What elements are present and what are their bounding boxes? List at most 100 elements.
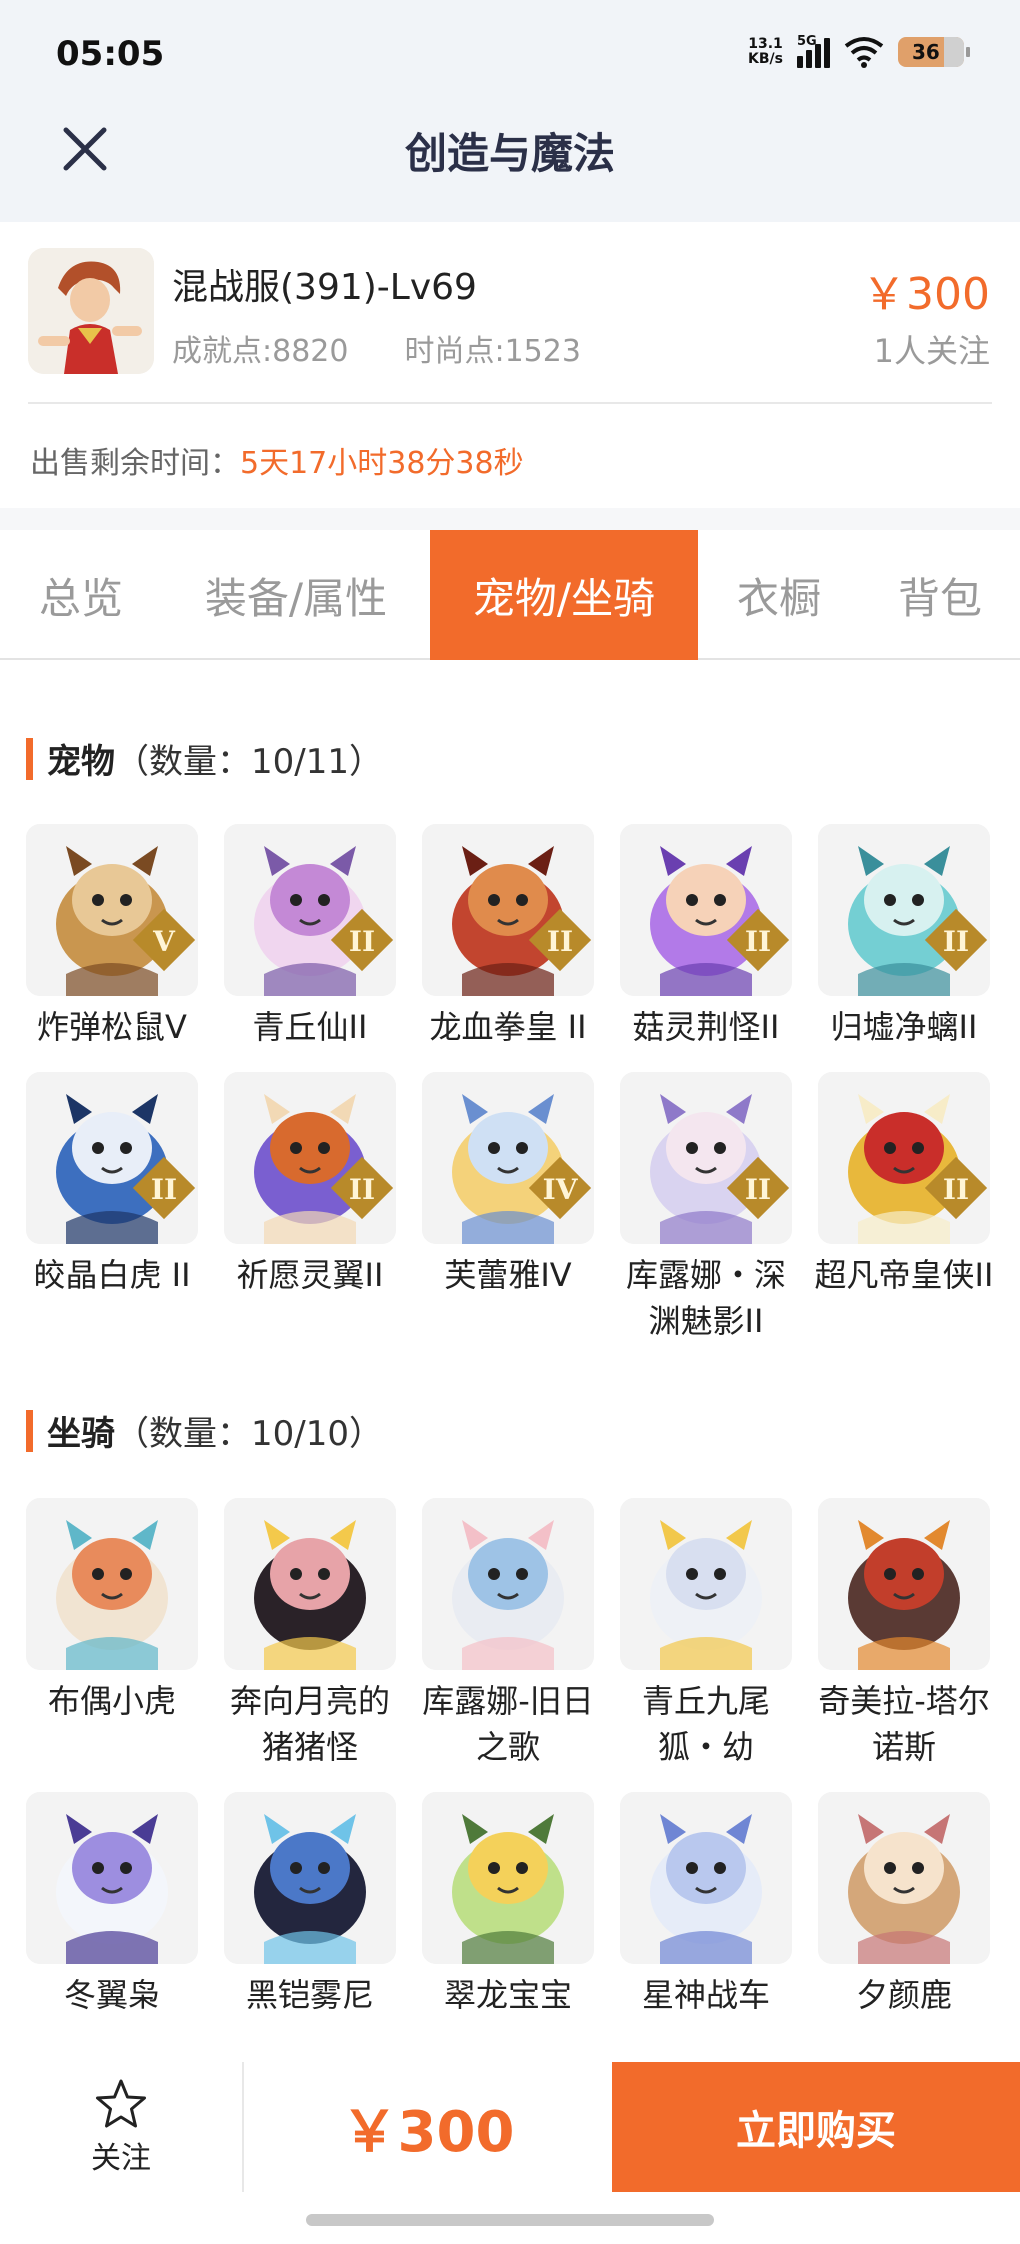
pet-thumbnail: II [620,1072,792,1244]
pet-item[interactable]: II 超凡帝皇侠II [815,1072,993,1344]
mount-name: 夕颜鹿 [855,1976,952,2014]
signal-icon: 5G [797,34,830,68]
mount-item[interactable]: 奇美拉-塔尔诺斯 [818,1498,990,1770]
tab-backpack[interactable]: 背包 [860,530,1020,660]
mount-item[interactable]: 冬翼枭 [26,1792,198,2018]
section-gap [0,508,1020,530]
pet-name: 祈愿灵翼II [236,1256,384,1294]
nav-bar: 创造与魔法 [0,110,1020,222]
svg-text:IV: IV [543,1173,579,1206]
mount-item[interactable]: 星神战车 [620,1792,792,2018]
pet-name: 超凡帝皇侠II [814,1256,994,1294]
mount-name: 翠龙宝宝 [443,1976,572,2014]
sale-remaining-time: 出售剩余时间：5天17小时38分38秒 [30,446,524,481]
mount-name: 奔向月亮的猪猪怪 [229,1682,390,1766]
achievement-points: 成就点:8820 [172,334,349,369]
svg-text:II: II [547,925,573,958]
pet-thumbnail: IV [422,1072,594,1244]
follow-button[interactable]: 关注 [0,2062,242,2192]
svg-text:II: II [943,925,969,958]
divider [28,402,992,404]
pet-thumbnail: II [224,824,396,996]
status-icons: 13.1 KB/s 5G 36 [748,34,970,68]
mount-item[interactable]: 布偶小虎 [26,1498,198,1770]
pet-item[interactable]: II 祈愿灵翼II [224,1072,396,1344]
pet-item[interactable]: II 皎晶白虎 II [26,1072,198,1344]
mount-thumbnail [620,1792,792,1964]
bottom-bar: 关注 ￥300 立即购买 [0,2062,1020,2244]
pet-name: 库露娜・深渊魅影II [625,1256,786,1340]
mount-item[interactable]: 奔向月亮的猪猪怪 [224,1498,396,1770]
svg-text:II: II [349,1173,375,1206]
svg-text:II: II [943,1173,969,1206]
mount-grid: 布偶小虎 奔向月亮的猪猪怪 库露娜-旧日之歌 青丘九尾狐・幼 奇美拉-塔尔诺斯冬翼枭 黑铠… [26,1498,998,2018]
mounts-section-title: 坐骑 （数量：10/10） [26,1406,383,1455]
page-title: 创造与魔法 [404,129,615,178]
server-name: 混战服(391)-Lv69 [172,267,477,308]
tab-wardrobe[interactable]: 衣橱 [698,530,860,660]
mount-item[interactable]: 青丘九尾狐・幼 [620,1498,792,1770]
pet-name: 归墟净螭II [830,1008,978,1046]
pet-name: 皎晶白虎 II [33,1256,191,1294]
pet-item[interactable]: II 菇灵荆怪II [620,824,792,1050]
tab-equipment[interactable]: 装备/属性 [162,530,430,660]
mount-name: 黑铠雾尼 [245,1976,374,2014]
tab-bar: 总览 装备/属性 宠物/坐骑 衣橱 背包 [0,530,1020,660]
tab-pets-mounts[interactable]: 宠物/坐骑 [430,530,698,660]
pet-name: 芙蕾雅IV [444,1256,572,1294]
pet-item[interactable]: II 青丘仙II [224,824,396,1050]
mount-thumbnail [26,1792,198,1964]
pet-item[interactable]: IV 芙蕾雅IV [422,1072,594,1344]
battery-icon: 36 [898,37,970,67]
star-icon [96,2079,146,2128]
pets-section-title: 宠物 （数量：10/11） [26,734,383,783]
mount-name: 星神战车 [641,1976,770,2014]
mount-item[interactable]: 黑铠雾尼 [224,1792,396,2018]
svg-text:II: II [745,1173,771,1206]
pet-name: 菇灵荆怪II [632,1008,780,1046]
fashion-points: 时尚点:1523 [404,334,581,369]
mount-item[interactable]: 翠龙宝宝 [422,1792,594,2018]
wifi-icon [844,37,884,68]
home-indicator [306,2214,714,2226]
listing-price: ￥300 [862,269,990,320]
tab-overview[interactable]: 总览 [0,530,162,660]
pet-name: 青丘仙II [252,1008,368,1046]
pet-item[interactable]: Ⅴ 炸弹松鼠Ⅴ [26,824,198,1050]
mount-thumbnail [422,1498,594,1670]
pet-name: 炸弹松鼠Ⅴ [37,1008,187,1046]
pet-thumbnail: II [818,1072,990,1244]
pet-thumbnail: II [422,824,594,996]
footer-price: ￥300 [341,2099,515,2165]
status-time: 05:05 [56,34,165,74]
mount-name: 布偶小虎 [47,1682,176,1720]
svg-text:II: II [151,1173,177,1206]
mount-thumbnail [224,1792,396,1964]
pet-thumbnail: II [620,824,792,996]
mount-item[interactable]: 夕颜鹿 [818,1792,990,2018]
mount-thumbnail [26,1498,198,1670]
mount-thumbnail [818,1792,990,1964]
pet-item[interactable]: II 归墟净螭II [818,824,990,1050]
mount-name: 奇美拉-塔尔诺斯 [818,1682,990,1766]
pet-thumbnail: II [818,824,990,996]
mount-item[interactable]: 库露娜-旧日之歌 [422,1498,594,1770]
pet-name: 龙血拳皇 II [429,1008,587,1046]
pet-thumbnail: II [224,1072,396,1244]
pet-item[interactable]: II 库露娜・深渊魅影II [620,1072,792,1344]
svg-text:II: II [745,925,771,958]
buy-now-button[interactable]: 立即购买 [612,2062,1020,2192]
pet-item[interactable]: II 龙血拳皇 II [422,824,594,1050]
mount-thumbnail [224,1498,396,1670]
listing-info: 混战服(391)-Lv69 成就点:8820 时尚点:1523 ￥300 1人关注… [0,222,1020,508]
mount-name: 库露娜-旧日之歌 [422,1682,594,1766]
character-avatar [28,248,154,374]
follow-label: 关注 [91,2141,151,2176]
svg-text:Ⅴ: Ⅴ [152,925,176,958]
mount-thumbnail [422,1792,594,1964]
mount-thumbnail [620,1498,792,1670]
mount-name: 青丘九尾狐・幼 [641,1682,770,1766]
mount-thumbnail [818,1498,990,1670]
character-stats: 成就点:8820 时尚点:1523 [172,326,581,370]
follower-count: 1人关注 [873,332,990,370]
